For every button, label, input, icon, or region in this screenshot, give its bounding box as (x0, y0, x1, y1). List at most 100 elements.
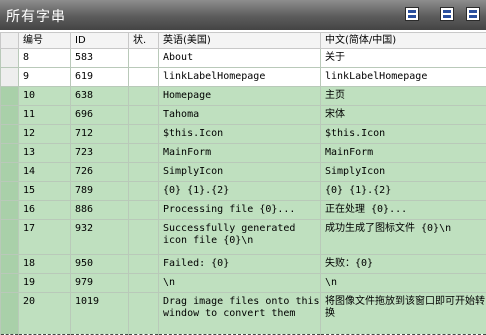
cell-chinese[interactable]: {0} {1}.{2} (321, 182, 486, 201)
cell-status[interactable] (129, 87, 159, 106)
cell-status[interactable] (129, 274, 159, 293)
cell-no[interactable]: 11 (19, 106, 71, 125)
cell-english[interactable]: Failed: {0} (159, 255, 321, 274)
cell-english[interactable]: Processing file {0}... (159, 201, 321, 220)
row-header[interactable] (1, 201, 19, 220)
table-row[interactable]: 14726 SimplyIconSimplyIcon (1, 163, 486, 182)
cell-id[interactable]: 583 (71, 49, 129, 68)
cell-no[interactable]: 13 (19, 144, 71, 163)
cell-english[interactable]: Drag image files onto this window to con… (159, 293, 321, 335)
row-header[interactable] (1, 220, 19, 255)
cell-id[interactable]: 638 (71, 87, 129, 106)
row-header[interactable] (1, 68, 19, 87)
row-header[interactable] (1, 49, 19, 68)
cell-english[interactable]: Successfully generated icon file {0}\n (159, 220, 321, 255)
table-row[interactable]: 10638 Homepage主页 (1, 87, 486, 106)
strings-grid[interactable]: 编号 ID 状. 英语(美国) 中文(简体/中国) 8583About关于961… (0, 32, 486, 331)
column-header-chinese[interactable]: 中文(简体/中国) (321, 33, 486, 49)
cell-chinese[interactable]: SimplyIcon (321, 163, 486, 182)
cell-chinese[interactable]: \n (321, 274, 486, 293)
cell-chinese[interactable]: 宋体 (321, 106, 486, 125)
cell-no[interactable]: 9 (19, 68, 71, 87)
cell-status[interactable] (129, 68, 159, 87)
cell-no[interactable]: 19 (19, 274, 71, 293)
table-row[interactable]: 19979 \n\n (1, 274, 486, 293)
cell-id[interactable]: 886 (71, 201, 129, 220)
table-row[interactable]: 15789 {0} {1}.{2}{0} {1}.{2} (1, 182, 486, 201)
grid-view-icon[interactable] (405, 7, 419, 21)
cell-status[interactable] (129, 49, 159, 68)
cell-english[interactable]: Homepage (159, 87, 321, 106)
column-header-english[interactable]: 英语(美国) (159, 33, 321, 49)
cell-status[interactable] (129, 163, 159, 182)
row-header[interactable] (1, 293, 19, 335)
cell-no[interactable]: 10 (19, 87, 71, 106)
column-header-status[interactable]: 状. (129, 33, 159, 49)
row-header[interactable] (1, 106, 19, 125)
row-header[interactable] (1, 274, 19, 293)
cell-english[interactable]: {0} {1}.{2} (159, 182, 321, 201)
cell-id[interactable]: 696 (71, 106, 129, 125)
cell-id[interactable]: 789 (71, 182, 129, 201)
row-header[interactable] (1, 163, 19, 182)
cell-status[interactable] (129, 182, 159, 201)
table-row[interactable]: 9619 linkLabelHomepagelinkLabelHomepage (1, 68, 486, 87)
cell-id[interactable]: 712 (71, 125, 129, 144)
cell-chinese[interactable]: MainForm (321, 144, 486, 163)
cell-no[interactable]: 18 (19, 255, 71, 274)
row-header[interactable] (1, 125, 19, 144)
table-row[interactable]: 13723 MainFormMainForm (1, 144, 486, 163)
cell-status[interactable] (129, 201, 159, 220)
cell-id[interactable]: 1019 (71, 293, 129, 335)
row-header[interactable] (1, 182, 19, 201)
cell-no[interactable]: 8 (19, 49, 71, 68)
cell-chinese[interactable]: 关于 (321, 49, 486, 68)
column-header-id[interactable]: ID (71, 33, 129, 49)
row-header[interactable] (1, 255, 19, 274)
cell-status[interactable] (129, 106, 159, 125)
cell-chinese[interactable]: 正在处理 {0}... (321, 201, 486, 220)
cell-chinese[interactable]: 失败：{0} (321, 255, 486, 274)
table-row[interactable]: 12712 $this.Icon$this.Icon (1, 125, 486, 144)
cell-chinese[interactable]: $this.Icon (321, 125, 486, 144)
cell-status[interactable] (129, 293, 159, 335)
cell-id[interactable]: 619 (71, 68, 129, 87)
cell-id[interactable]: 950 (71, 255, 129, 274)
cell-id[interactable]: 932 (71, 220, 129, 255)
column-header-no[interactable]: 编号 (19, 33, 71, 49)
table-row[interactable]: 18950 Failed: {0}失败：{0} (1, 255, 486, 274)
cell-no[interactable]: 16 (19, 201, 71, 220)
cell-no[interactable]: 12 (19, 125, 71, 144)
cell-id[interactable]: 723 (71, 144, 129, 163)
cell-status[interactable] (129, 144, 159, 163)
cell-english[interactable]: About (159, 49, 321, 68)
cell-no[interactable]: 17 (19, 220, 71, 255)
row-header[interactable] (1, 87, 19, 106)
cell-no[interactable]: 15 (19, 182, 71, 201)
table-row[interactable]: 201019 Drag image files onto this window … (1, 293, 486, 335)
cell-no[interactable]: 20 (19, 293, 71, 335)
table-row[interactable]: 16886 Processing file {0}...正在处理 {0}... (1, 201, 486, 220)
table-row[interactable]: 8583 About关于 (1, 49, 486, 68)
cell-english[interactable]: MainForm (159, 144, 321, 163)
cell-english[interactable]: Tahoma (159, 106, 321, 125)
cell-chinese[interactable]: 将图像文件拖放到该窗口即可开始转换 (321, 293, 486, 335)
cell-chinese[interactable]: 成功生成了图标文件 {0}\n (321, 220, 486, 255)
import-icon[interactable] (440, 7, 454, 21)
cell-chinese[interactable]: 主页 (321, 87, 486, 106)
cell-chinese[interactable]: linkLabelHomepage (321, 68, 486, 87)
table-row[interactable]: 11696 Tahoma宋体 (1, 106, 486, 125)
cell-status[interactable] (129, 125, 159, 144)
cell-no[interactable]: 14 (19, 163, 71, 182)
cell-status[interactable] (129, 220, 159, 255)
cell-id[interactable]: 726 (71, 163, 129, 182)
cell-status[interactable] (129, 255, 159, 274)
export-icon[interactable] (466, 7, 480, 21)
cell-english[interactable]: $this.Icon (159, 125, 321, 144)
cell-english[interactable]: linkLabelHomepage (159, 68, 321, 87)
table-row[interactable]: 17932 Successfully generated icon file {0… (1, 220, 486, 255)
cell-english[interactable]: \n (159, 274, 321, 293)
cell-english[interactable]: SimplyIcon (159, 163, 321, 182)
row-header[interactable] (1, 144, 19, 163)
cell-id[interactable]: 979 (71, 274, 129, 293)
